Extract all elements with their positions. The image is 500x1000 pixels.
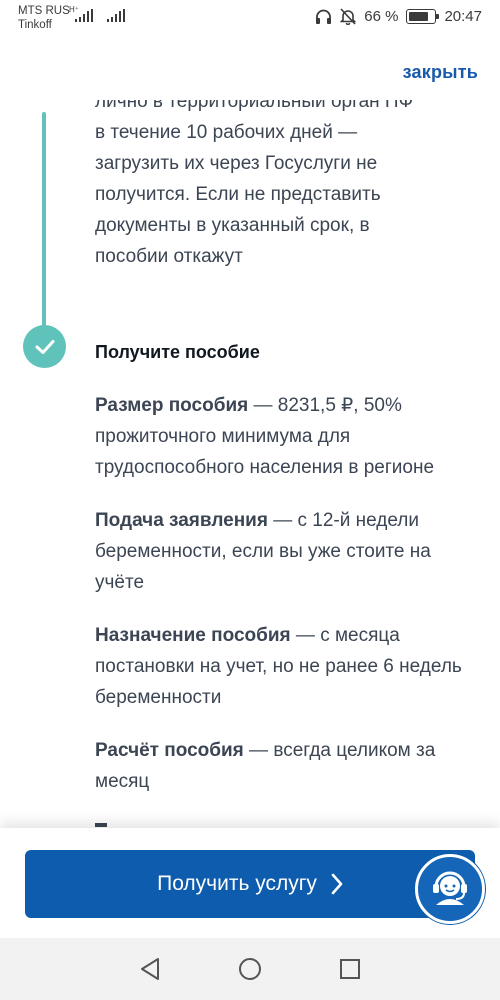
home-icon[interactable] bbox=[238, 957, 262, 981]
previous-step-line: документы в указанный срок, в bbox=[95, 215, 370, 236]
step-check-icon bbox=[23, 325, 66, 368]
previous-step-line: в течение 10 рабочих дней — bbox=[95, 122, 358, 143]
bottom-action-panel: Получить услугу bbox=[0, 828, 500, 938]
previous-step-line: загрузить их через Госуслуги не bbox=[95, 153, 378, 174]
battery-icon bbox=[406, 9, 440, 24]
battery-percent: 66 % bbox=[364, 8, 399, 25]
previous-step-line: получится. Если не представить bbox=[95, 184, 381, 205]
carrier-1: MTS RUS bbox=[18, 5, 70, 17]
status-icons: 66 % 20:47 bbox=[315, 8, 482, 25]
get-service-button[interactable]: Получить услугу bbox=[25, 850, 475, 918]
benefit-calculation-paragraph: Расчёт пособия — всегда целиком за месяц bbox=[95, 735, 480, 797]
carrier-2: Tinkoff bbox=[18, 19, 52, 31]
chevron-right-icon bbox=[331, 873, 343, 895]
status-bar: MTS RUS Tinkoff H⁺ 66 % 20:47 bbox=[0, 0, 500, 38]
carrier-info: MTS RUS Tinkoff bbox=[18, 4, 70, 32]
recents-icon[interactable] bbox=[339, 958, 361, 980]
application-submission-paragraph: Подача заявления — с 12-й недели беремен… bbox=[95, 505, 480, 598]
system-navigation-bar bbox=[0, 938, 500, 1000]
previous-step-line: пособии откажут bbox=[95, 246, 243, 267]
clock: 20:47 bbox=[444, 8, 482, 25]
step-title: Получите пособие bbox=[95, 342, 260, 362]
signal-icon bbox=[75, 9, 93, 22]
clipped-next-paragraph bbox=[95, 823, 107, 827]
back-icon[interactable] bbox=[139, 957, 161, 981]
benefit-assignment-paragraph: Назначение пособия — с месяца постановки… bbox=[95, 620, 480, 713]
benefit-amount-paragraph: Размер пособия — 8231,5 ₽, 50% прожиточн… bbox=[95, 390, 480, 483]
signal-icon-2 bbox=[107, 9, 125, 22]
paragraph-heading: Расчёт пособия bbox=[95, 740, 244, 761]
close-link[interactable]: закрыть bbox=[403, 62, 478, 83]
paragraph-heading: Назначение пособия bbox=[95, 625, 291, 646]
paragraph-heading: Размер пособия bbox=[95, 395, 249, 416]
previous-step-clipped-line: лично в территориальный орган ПФ bbox=[95, 100, 414, 112]
previous-step-text: лично в территориальный орган ПФ в течен… bbox=[95, 100, 480, 272]
support-agent-icon[interactable] bbox=[415, 854, 485, 924]
headphones-icon bbox=[316, 9, 332, 24]
content-scroll-area[interactable]: лично в территориальный орган ПФ в течен… bbox=[0, 100, 500, 828]
timeline-line bbox=[42, 112, 46, 332]
paragraph-heading: Подача заявления bbox=[95, 510, 268, 531]
mute-icon bbox=[340, 8, 357, 25]
get-service-label: Получить услугу bbox=[157, 872, 317, 895]
